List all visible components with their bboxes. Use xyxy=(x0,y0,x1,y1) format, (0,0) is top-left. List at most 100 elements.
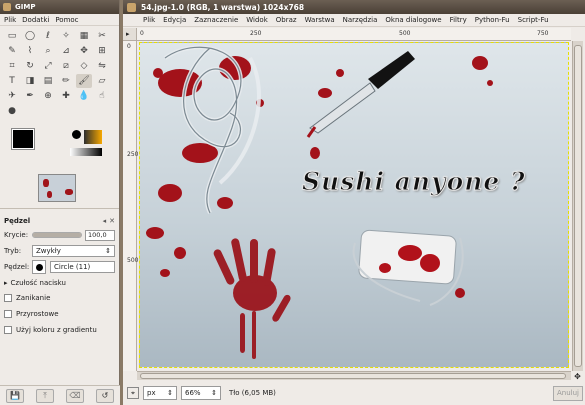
crop-icon[interactable]: ⌗ xyxy=(4,59,20,73)
scissors-icon[interactable]: ✂ xyxy=(94,29,110,43)
heal-icon[interactable]: ✚ xyxy=(58,89,74,103)
delete-options-button[interactable]: ⌫ xyxy=(66,388,84,403)
opacity-slider[interactable] xyxy=(32,232,82,238)
menu-okna-dialogowe[interactable]: Okna dialogowe xyxy=(385,16,441,24)
navigate-icon[interactable]: ✥ xyxy=(572,371,583,381)
ruler-label: 250 xyxy=(127,151,139,158)
blur-icon[interactable]: 💧 xyxy=(76,89,92,103)
color-picker-icon[interactable]: ⌇ xyxy=(22,44,38,58)
menu-pomoc[interactable]: Pomoc xyxy=(55,16,78,24)
scale-icon[interactable]: ⤢ xyxy=(40,59,56,73)
flip-icon[interactable]: ⇋ xyxy=(94,59,110,73)
horizontal-scrollbar[interactable] xyxy=(137,371,571,380)
close-icon[interactable]: ✕ xyxy=(109,217,115,225)
cancel-button[interactable]: Anuluj xyxy=(553,385,583,401)
pencil-icon[interactable]: ✏ xyxy=(58,74,74,88)
menu-obraz[interactable]: Obraz xyxy=(276,16,297,24)
menu-script-fu[interactable]: Script-Fu xyxy=(518,16,549,24)
shear-icon[interactable]: ⧄ xyxy=(58,59,74,73)
brush-indicator-icon[interactable] xyxy=(72,130,81,139)
image-menubar: Plik Edycja Zaznaczenie Widok Obraz Wars… xyxy=(123,14,585,27)
foreground-color-swatch[interactable] xyxy=(11,128,35,150)
ellipse-select-icon[interactable]: ◯ xyxy=(22,29,38,43)
tab-menu-icon[interactable]: ◂ xyxy=(103,217,107,225)
image-canvas[interactable]: Sushi anyone ? xyxy=(139,42,569,368)
vertical-ruler[interactable]: 0 250 500 xyxy=(123,41,139,371)
menu-warstwa[interactable]: Warstwa xyxy=(305,16,335,24)
eraser-icon[interactable]: ▱ xyxy=(94,74,110,88)
toolbox-titlebar[interactable]: GIMP xyxy=(0,0,119,14)
save-options-button[interactable]: 💾 xyxy=(6,388,24,403)
free-select-icon[interactable]: ℓ xyxy=(40,29,56,43)
menu-widok[interactable]: Widok xyxy=(246,16,268,24)
vertical-scrollbar[interactable] xyxy=(572,41,583,371)
unit-select[interactable]: px ⇕ xyxy=(143,386,177,400)
paintbrush-icon[interactable]: 🖌 xyxy=(76,74,92,88)
ruler-label: 500 xyxy=(399,30,411,37)
airbrush-icon[interactable]: ✈ xyxy=(4,89,20,103)
zoom-select[interactable]: 66% ⇕ xyxy=(181,386,221,400)
menu-filtry[interactable]: Filtry xyxy=(450,16,467,24)
incremental-label: Przyrostowe xyxy=(16,310,59,318)
ruler-label: 500 xyxy=(127,257,139,264)
brush-label: Pędzel: xyxy=(4,263,30,271)
opacity-label: Krycie: xyxy=(4,231,29,239)
mode-value: Zwykły xyxy=(36,247,61,255)
brush-select-button[interactable] xyxy=(32,260,46,274)
option-incremental[interactable]: Przyrostowe xyxy=(0,306,119,322)
reset-options-button[interactable]: ↺ xyxy=(96,388,114,403)
brush-name: Circle (11) xyxy=(50,261,115,273)
tool-options-title: Pędzel xyxy=(4,217,31,225)
tool-grid: ▭ ◯ ℓ ✧ ▦ ✂ ✎ ⌇ ⌕ ⊿ ✥ ⊞ ⌗ ↻ ⤢ ⧄ ◇ ⇋ T ◨ ▤ ✏ 🖌 ▱ ✈ ✒ ⊕ ✚ 💧 ☝ ● xyxy=(0,26,119,121)
ruler-corner[interactable]: ▸ xyxy=(123,28,137,41)
pattern-indicator[interactable] xyxy=(84,130,102,144)
menu-plik[interactable]: Plik xyxy=(4,16,16,24)
zoom-value: 66% xyxy=(185,389,201,397)
ruler-label: 250 xyxy=(250,30,262,37)
menu-plik[interactable]: Plik xyxy=(143,16,155,24)
fuzzy-select-icon[interactable]: ✧ xyxy=(58,29,74,43)
smudge-icon[interactable]: ☝ xyxy=(94,89,110,103)
opacity-spinner[interactable]: 100,0 xyxy=(85,229,115,241)
canvas-artwork xyxy=(146,45,493,359)
restore-options-button[interactable]: ⤒ xyxy=(36,388,54,403)
bucket-fill-icon[interactable]: ◨ xyxy=(22,74,38,88)
dodge-icon[interactable]: ● xyxy=(4,104,20,118)
paths-icon[interactable]: ✎ xyxy=(4,44,20,58)
gradient-color-checkbox[interactable] xyxy=(4,326,12,334)
image-titlebar[interactable]: 54.jpg-1.0 (RGB, 1 warstwa) 1024x768 xyxy=(123,0,585,14)
color-area xyxy=(4,124,115,170)
text-icon[interactable]: T xyxy=(4,74,20,88)
perspective-icon[interactable]: ◇ xyxy=(76,59,92,73)
rect-select-icon[interactable]: ▭ xyxy=(4,29,20,43)
option-gradient-color[interactable]: Użyj koloru z gradientu xyxy=(0,322,119,338)
move-icon[interactable]: ✥ xyxy=(76,44,92,58)
measure-icon[interactable]: ⊿ xyxy=(58,44,74,58)
horizontal-ruler[interactable]: 0 250 500 750 xyxy=(137,28,571,41)
menu-zaznaczenie[interactable]: Zaznaczenie xyxy=(194,16,238,24)
chevron-down-icon: ⇕ xyxy=(167,389,173,397)
fade-checkbox[interactable] xyxy=(4,294,12,302)
option-fade[interactable]: Zanikanie xyxy=(0,290,119,306)
menu-python-fu[interactable]: Python-Fu xyxy=(475,16,510,24)
incremental-checkbox[interactable] xyxy=(4,310,12,318)
chevron-down-icon: ⇕ xyxy=(105,247,111,255)
pressure-expander[interactable]: ▸ Czułość nacisku xyxy=(0,275,119,290)
ink-icon[interactable]: ✒ xyxy=(22,89,38,103)
color-select-icon[interactable]: ▦ xyxy=(76,29,92,43)
clone-icon[interactable]: ⊕ xyxy=(40,89,56,103)
blend-icon[interactable]: ▤ xyxy=(40,74,56,88)
menu-dodatki[interactable]: Dodatki xyxy=(22,16,49,24)
rotate-icon[interactable]: ↻ xyxy=(22,59,38,73)
zoom-icon[interactable]: ⌕ xyxy=(40,44,56,58)
unit-value: px xyxy=(147,389,156,397)
align-icon[interactable]: ⊞ xyxy=(94,44,110,58)
tool-options-header: Pędzel ◂ ✕ xyxy=(0,215,119,227)
menu-narzedzia[interactable]: Narzędzia xyxy=(343,16,378,24)
gradient-indicator[interactable] xyxy=(70,148,102,156)
menu-edycja[interactable]: Edycja xyxy=(163,16,186,24)
mode-select[interactable]: Zwykły ⇕ xyxy=(32,245,115,257)
active-image-thumbnail[interactable] xyxy=(38,174,76,202)
gimp-icon xyxy=(3,3,11,11)
image-window: 54.jpg-1.0 (RGB, 1 warstwa) 1024x768 Pli… xyxy=(123,0,585,405)
